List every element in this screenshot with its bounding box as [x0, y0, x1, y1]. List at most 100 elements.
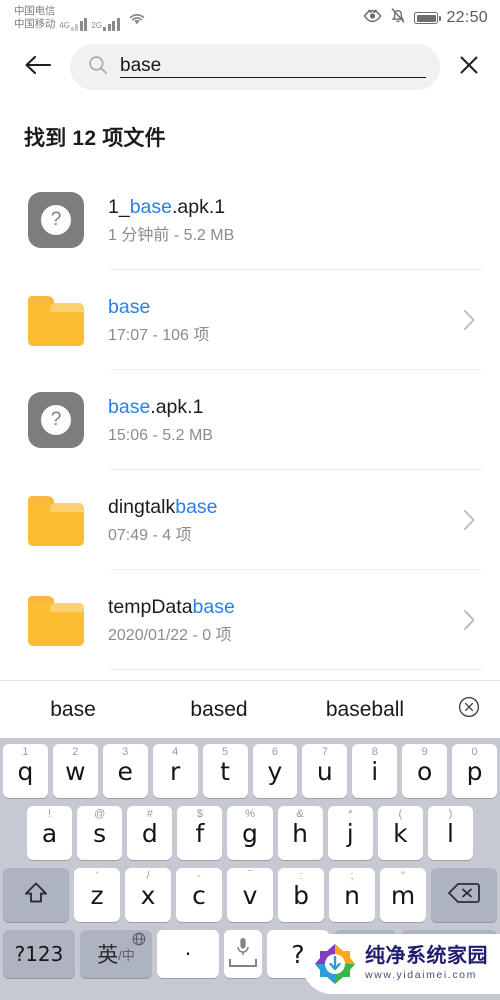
key-hint: 9: [421, 746, 428, 758]
key-hint: :: [299, 870, 303, 882]
back-button[interactable]: [18, 47, 58, 87]
key-hint: ): [448, 808, 453, 820]
key-z[interactable]: ' z: [74, 868, 120, 922]
row-title-suffix: .apk.1: [150, 395, 204, 418]
search-input-value[interactable]: base: [120, 56, 426, 78]
row-title-prefix: dingtalk: [108, 495, 176, 518]
row-icon: ?: [28, 192, 84, 248]
row-title: tempDatabase: [108, 595, 456, 619]
chevron-right-icon[interactable]: [456, 509, 482, 531]
carrier-names: 中国电信 中国移动: [14, 5, 55, 31]
result-count-label: 找到 12 项文件: [24, 127, 166, 150]
key-n[interactable]: ; n: [329, 868, 375, 922]
table-row[interactable]: tempDatabase 2020/01/22 - 0 项: [0, 570, 500, 670]
key-label: r: [170, 756, 181, 786]
key-label: e: [117, 756, 133, 786]
key-x[interactable]: / x: [125, 868, 171, 922]
key-label: d: [141, 818, 158, 848]
key-hint: @: [94, 808, 106, 820]
close-icon: [457, 53, 481, 82]
key-s[interactable]: @ s: [77, 806, 123, 860]
row-title-suffix: .apk.1: [172, 195, 226, 218]
key-a[interactable]: ! a: [27, 806, 73, 860]
key-c[interactable]: -c: [176, 868, 222, 922]
symbols-key-label: ?123: [14, 942, 64, 966]
search-results-list: ? 1_base.apk.1 1 分钟前 - 5.2 MB base 17:07…: [0, 170, 500, 670]
key-hint: 6: [271, 746, 279, 758]
row-icon: [28, 592, 84, 648]
language-switch-key[interactable]: 英/中: [80, 930, 152, 978]
key-label: q: [17, 756, 34, 786]
key-r[interactable]: 4r: [152, 744, 198, 798]
key-o[interactable]: 9o: [402, 744, 448, 798]
row-divider: [110, 669, 482, 670]
key-q[interactable]: 1q: [2, 744, 48, 798]
symbols-key[interactable]: ?123: [3, 930, 75, 978]
table-row[interactable]: dingtalkbase 07:49 - 4 项: [0, 470, 500, 570]
network-gen-primary: 4G: [59, 21, 70, 31]
space-key[interactable]: [224, 930, 262, 978]
key-label: i: [371, 756, 379, 786]
key-e[interactable]: 3e: [102, 744, 148, 798]
row-title-match: base: [108, 395, 151, 418]
row-text: 1_base.apk.1 1 分钟前 - 5.2 MB: [108, 195, 456, 246]
backspace-key[interactable]: [431, 868, 497, 922]
shift-key[interactable]: [3, 868, 69, 922]
table-row[interactable]: ? 1_base.apk.1 1 分钟前 - 5.2 MB: [0, 170, 500, 270]
row-text: dingtalkbase 07:49 - 4 项: [108, 495, 456, 546]
suggestion-item[interactable]: based: [146, 698, 292, 722]
search-bar: base: [0, 36, 500, 98]
status-bar: 中国电信 中国移动 4G 2G 22:50: [0, 0, 500, 36]
key-j[interactable]: * j: [327, 806, 373, 860]
row-title-match: base: [192, 595, 235, 618]
row-subtitle: 2020/01/22 - 0 项: [108, 627, 232, 645]
key-label: v: [242, 880, 258, 910]
period-key[interactable]: ·: [157, 930, 219, 978]
suggestion-item[interactable]: base: [0, 698, 146, 722]
table-row[interactable]: ? base.apk.1 15:06 - 5.2 MB: [0, 370, 500, 470]
key-b[interactable]: :b: [278, 868, 324, 922]
key-h[interactable]: & h: [277, 806, 323, 860]
key-hint: -: [197, 870, 201, 882]
keyboard-row-1: 1q 2w 3e 4r 5t 6y 7u 8i 9o 0p: [2, 744, 498, 798]
key-label: j: [346, 818, 354, 848]
key-u[interactable]: 7u: [302, 744, 348, 798]
keyboard: base based baseball 1q 2w 3e 4r 5t 6y 7 …: [0, 680, 500, 1000]
key-hint: *: [348, 808, 353, 820]
carrier-secondary: 中国移动: [14, 18, 56, 30]
site-watermark: 纯净系统家园 www.yidaimei.com: [302, 934, 500, 994]
period-key-label: ·: [184, 942, 192, 966]
key-w[interactable]: 2w: [52, 744, 98, 798]
bell-muted-icon: [390, 7, 406, 29]
key-i[interactable]: 8i: [352, 744, 398, 798]
key-p[interactable]: 0p: [452, 744, 498, 798]
table-row[interactable]: base 17:07 - 106 项: [0, 270, 500, 370]
space-underline: [229, 959, 258, 967]
key-label: n: [344, 880, 360, 910]
key-m[interactable]: " m: [380, 868, 426, 922]
key-hint: ': [95, 870, 99, 882]
watermark-url: www.yidaimei.com: [365, 969, 477, 982]
key-hint: 7: [321, 746, 328, 758]
search-input[interactable]: base: [70, 44, 440, 90]
chevron-right-icon[interactable]: [456, 309, 482, 331]
key-v[interactable]: ‾ v: [227, 868, 273, 922]
key-k[interactable]: (k: [377, 806, 423, 860]
chevron-right-icon[interactable]: [456, 609, 482, 631]
row-icon: [28, 292, 84, 348]
key-g[interactable]: % g: [227, 806, 273, 860]
row-subtitle: 1 分钟前 - 5.2 MB: [108, 227, 235, 245]
suggestion-item[interactable]: baseball: [292, 698, 438, 722]
key-label: u: [316, 756, 333, 786]
row-text: tempDatabase 2020/01/22 - 0 项: [108, 595, 456, 646]
suggestion-close-button[interactable]: [438, 695, 500, 724]
key-f[interactable]: $ f: [177, 806, 223, 860]
unknown-file-icon: ?: [28, 392, 84, 448]
row-text: base.apk.1 15:06 - 5.2 MB: [108, 395, 456, 446]
key-d[interactable]: # d: [127, 806, 173, 860]
key-l[interactable]: ) l: [427, 806, 473, 860]
key-y[interactable]: 6y: [252, 744, 298, 798]
key-t[interactable]: 5t: [202, 744, 248, 798]
clear-search-button[interactable]: [452, 50, 486, 84]
key-hint: /: [146, 870, 150, 882]
